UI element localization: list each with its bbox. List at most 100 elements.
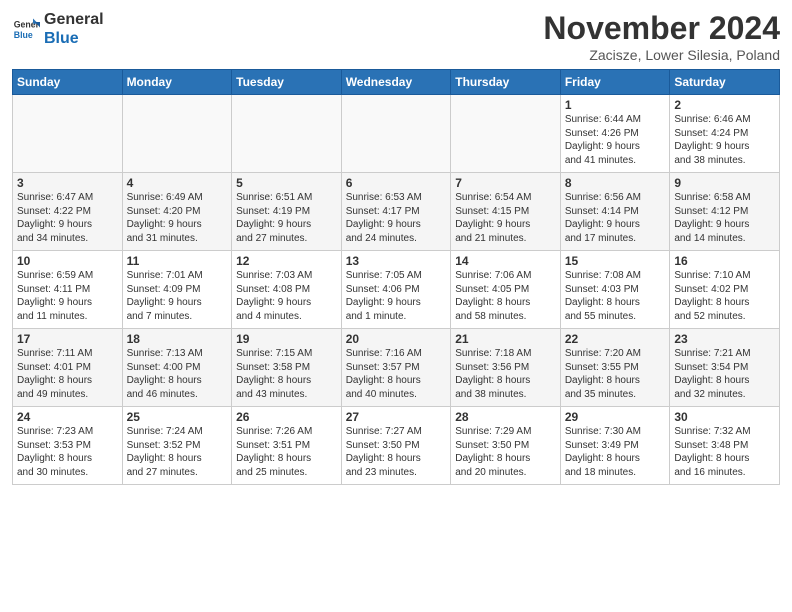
calendar-cell: 30Sunrise: 7:32 AMSunset: 3:48 PMDayligh…	[670, 407, 780, 485]
cell-content: Sunrise: 7:10 AMSunset: 4:02 PMDaylight:…	[674, 269, 775, 323]
day-number: 18	[127, 332, 228, 346]
cell-content: Sunrise: 7:20 AMSunset: 3:55 PMDaylight:…	[565, 347, 666, 401]
calendar-week-row: 17Sunrise: 7:11 AMSunset: 4:01 PMDayligh…	[13, 329, 780, 407]
day-number: 29	[565, 410, 666, 424]
day-number: 24	[17, 410, 118, 424]
logo-general: General	[44, 10, 104, 29]
calendar-cell: 24Sunrise: 7:23 AMSunset: 3:53 PMDayligh…	[13, 407, 123, 485]
cell-content: Sunrise: 7:06 AMSunset: 4:05 PMDaylight:…	[455, 269, 556, 323]
calendar-cell: 16Sunrise: 7:10 AMSunset: 4:02 PMDayligh…	[670, 251, 780, 329]
calendar-cell: 18Sunrise: 7:13 AMSunset: 4:00 PMDayligh…	[122, 329, 232, 407]
day-number: 13	[346, 254, 447, 268]
calendar-cell: 15Sunrise: 7:08 AMSunset: 4:03 PMDayligh…	[560, 251, 670, 329]
calendar-cell: 2Sunrise: 6:46 AMSunset: 4:24 PMDaylight…	[670, 95, 780, 173]
cell-content: Sunrise: 7:30 AMSunset: 3:49 PMDaylight:…	[565, 425, 666, 479]
cell-content: Sunrise: 7:21 AMSunset: 3:54 PMDaylight:…	[674, 347, 775, 401]
day-number: 25	[127, 410, 228, 424]
cell-content: Sunrise: 7:32 AMSunset: 3:48 PMDaylight:…	[674, 425, 775, 479]
calendar-cell	[13, 95, 123, 173]
cell-content: Sunrise: 6:49 AMSunset: 4:20 PMDaylight:…	[127, 191, 228, 245]
calendar-header: SundayMondayTuesdayWednesdayThursdayFrid…	[13, 70, 780, 95]
logo-icon: General Blue	[12, 15, 40, 43]
calendar-cell: 22Sunrise: 7:20 AMSunset: 3:55 PMDayligh…	[560, 329, 670, 407]
calendar-cell	[341, 95, 451, 173]
cell-content: Sunrise: 7:29 AMSunset: 3:50 PMDaylight:…	[455, 425, 556, 479]
calendar-cell: 10Sunrise: 6:59 AMSunset: 4:11 PMDayligh…	[13, 251, 123, 329]
calendar-cell: 7Sunrise: 6:54 AMSunset: 4:15 PMDaylight…	[451, 173, 561, 251]
calendar-cell: 28Sunrise: 7:29 AMSunset: 3:50 PMDayligh…	[451, 407, 561, 485]
calendar-cell: 13Sunrise: 7:05 AMSunset: 4:06 PMDayligh…	[341, 251, 451, 329]
cell-content: Sunrise: 6:54 AMSunset: 4:15 PMDaylight:…	[455, 191, 556, 245]
day-number: 11	[127, 254, 228, 268]
calendar-cell: 27Sunrise: 7:27 AMSunset: 3:50 PMDayligh…	[341, 407, 451, 485]
header-row: SundayMondayTuesdayWednesdayThursdayFrid…	[13, 70, 780, 95]
page-container: General Blue General Blue November 2024 …	[0, 0, 792, 491]
day-number: 21	[455, 332, 556, 346]
day-number: 20	[346, 332, 447, 346]
calendar-table: SundayMondayTuesdayWednesdayThursdayFrid…	[12, 69, 780, 485]
calendar-cell	[451, 95, 561, 173]
weekday-header: Friday	[560, 70, 670, 95]
day-number: 12	[236, 254, 337, 268]
calendar-cell: 4Sunrise: 6:49 AMSunset: 4:20 PMDaylight…	[122, 173, 232, 251]
weekday-header: Thursday	[451, 70, 561, 95]
calendar-cell: 11Sunrise: 7:01 AMSunset: 4:09 PMDayligh…	[122, 251, 232, 329]
cell-content: Sunrise: 7:11 AMSunset: 4:01 PMDaylight:…	[17, 347, 118, 401]
logo-blue: Blue	[44, 29, 104, 48]
cell-content: Sunrise: 7:16 AMSunset: 3:57 PMDaylight:…	[346, 347, 447, 401]
svg-text:General: General	[14, 19, 40, 29]
calendar-week-row: 10Sunrise: 6:59 AMSunset: 4:11 PMDayligh…	[13, 251, 780, 329]
weekday-header: Saturday	[670, 70, 780, 95]
day-number: 19	[236, 332, 337, 346]
day-number: 1	[565, 98, 666, 112]
location: Zacisze, Lower Silesia, Poland	[543, 47, 780, 63]
calendar-body: 1Sunrise: 6:44 AMSunset: 4:26 PMDaylight…	[13, 95, 780, 485]
day-number: 26	[236, 410, 337, 424]
day-number: 27	[346, 410, 447, 424]
cell-content: Sunrise: 6:46 AMSunset: 4:24 PMDaylight:…	[674, 113, 775, 167]
day-number: 23	[674, 332, 775, 346]
calendar-cell: 9Sunrise: 6:58 AMSunset: 4:12 PMDaylight…	[670, 173, 780, 251]
cell-content: Sunrise: 7:23 AMSunset: 3:53 PMDaylight:…	[17, 425, 118, 479]
calendar-cell: 17Sunrise: 7:11 AMSunset: 4:01 PMDayligh…	[13, 329, 123, 407]
day-number: 14	[455, 254, 556, 268]
calendar-cell: 8Sunrise: 6:56 AMSunset: 4:14 PMDaylight…	[560, 173, 670, 251]
day-number: 2	[674, 98, 775, 112]
cell-content: Sunrise: 7:13 AMSunset: 4:00 PMDaylight:…	[127, 347, 228, 401]
weekday-header: Monday	[122, 70, 232, 95]
cell-content: Sunrise: 6:59 AMSunset: 4:11 PMDaylight:…	[17, 269, 118, 323]
title-block: November 2024 Zacisze, Lower Silesia, Po…	[543, 10, 780, 63]
weekday-header: Sunday	[13, 70, 123, 95]
calendar-cell: 14Sunrise: 7:06 AMSunset: 4:05 PMDayligh…	[451, 251, 561, 329]
cell-content: Sunrise: 6:58 AMSunset: 4:12 PMDaylight:…	[674, 191, 775, 245]
cell-content: Sunrise: 7:24 AMSunset: 3:52 PMDaylight:…	[127, 425, 228, 479]
cell-content: Sunrise: 6:53 AMSunset: 4:17 PMDaylight:…	[346, 191, 447, 245]
day-number: 3	[17, 176, 118, 190]
calendar-cell: 1Sunrise: 6:44 AMSunset: 4:26 PMDaylight…	[560, 95, 670, 173]
day-number: 30	[674, 410, 775, 424]
logo: General Blue General Blue	[12, 10, 104, 48]
calendar-week-row: 24Sunrise: 7:23 AMSunset: 3:53 PMDayligh…	[13, 407, 780, 485]
calendar-week-row: 3Sunrise: 6:47 AMSunset: 4:22 PMDaylight…	[13, 173, 780, 251]
day-number: 10	[17, 254, 118, 268]
svg-text:Blue: Blue	[14, 30, 33, 40]
weekday-header: Wednesday	[341, 70, 451, 95]
day-number: 6	[346, 176, 447, 190]
day-number: 4	[127, 176, 228, 190]
day-number: 15	[565, 254, 666, 268]
weekday-header: Tuesday	[232, 70, 342, 95]
day-number: 8	[565, 176, 666, 190]
calendar-cell: 3Sunrise: 6:47 AMSunset: 4:22 PMDaylight…	[13, 173, 123, 251]
cell-content: Sunrise: 6:47 AMSunset: 4:22 PMDaylight:…	[17, 191, 118, 245]
calendar-cell: 6Sunrise: 6:53 AMSunset: 4:17 PMDaylight…	[341, 173, 451, 251]
calendar-cell: 19Sunrise: 7:15 AMSunset: 3:58 PMDayligh…	[232, 329, 342, 407]
cell-content: Sunrise: 6:56 AMSunset: 4:14 PMDaylight:…	[565, 191, 666, 245]
calendar-cell: 26Sunrise: 7:26 AMSunset: 3:51 PMDayligh…	[232, 407, 342, 485]
cell-content: Sunrise: 7:03 AMSunset: 4:08 PMDaylight:…	[236, 269, 337, 323]
calendar-cell	[122, 95, 232, 173]
cell-content: Sunrise: 7:18 AMSunset: 3:56 PMDaylight:…	[455, 347, 556, 401]
calendar-week-row: 1Sunrise: 6:44 AMSunset: 4:26 PMDaylight…	[13, 95, 780, 173]
day-number: 5	[236, 176, 337, 190]
calendar-cell: 5Sunrise: 6:51 AMSunset: 4:19 PMDaylight…	[232, 173, 342, 251]
calendar-cell: 23Sunrise: 7:21 AMSunset: 3:54 PMDayligh…	[670, 329, 780, 407]
